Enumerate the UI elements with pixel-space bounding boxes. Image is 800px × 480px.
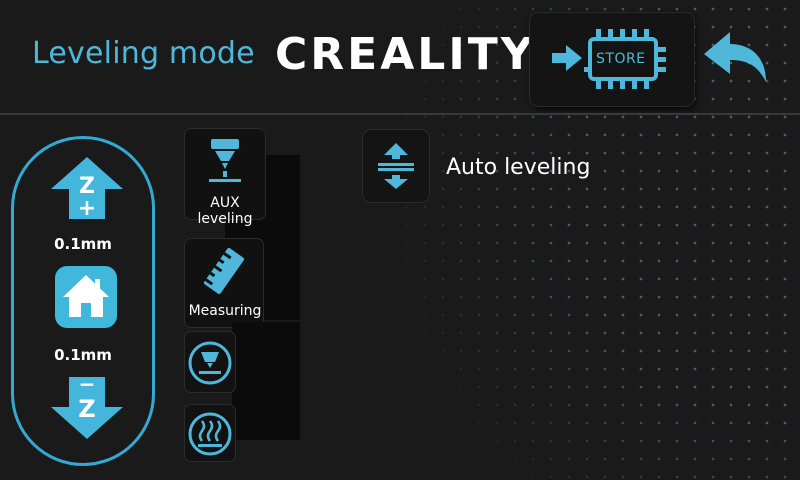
z-up-button[interactable]: Z + <box>51 157 123 221</box>
auto-leveling-button[interactable] <box>363 130 429 202</box>
header: Leveling mode CREALITY STORE <box>0 0 800 113</box>
header-divider <box>0 113 800 115</box>
measuring-label: Measuring <box>188 303 262 319</box>
z-up-icon: Z + <box>51 157 123 221</box>
brand-logo: CREALITY <box>275 29 536 80</box>
heatbed-icon <box>188 412 232 456</box>
aux-leveling-button[interactable]: AUX leveling <box>185 129 265 227</box>
store-label: STORE <box>596 51 646 67</box>
back-arrow-icon <box>704 32 766 82</box>
nozzle-temp-button[interactable] <box>185 332 235 392</box>
store-button[interactable]: STORE <box>530 13 694 106</box>
heatbed-button[interactable] <box>185 405 235 461</box>
z-axis-panel: Z + 0.1mm 0.1mm − Z <box>11 136 155 466</box>
auto-leveling-icon <box>378 143 414 189</box>
z-up-sign: + <box>78 196 96 219</box>
z-step-bottom: 0.1mm <box>54 346 112 364</box>
measuring-button[interactable]: Measuring <box>185 239 263 327</box>
z-down-letter: Z <box>78 395 95 423</box>
z-step-top: 0.1mm <box>54 235 112 253</box>
aux-leveling-label: AUX leveling <box>197 195 253 227</box>
z-down-icon: − Z <box>51 372 123 439</box>
card-shadow <box>232 322 300 440</box>
nozzle-temp-icon <box>188 341 232 385</box>
back-button[interactable] <box>700 28 772 88</box>
home-button[interactable] <box>55 266 117 328</box>
auto-leveling-label[interactable]: Auto leveling <box>446 155 590 180</box>
nozzle-icon <box>209 139 241 182</box>
home-icon <box>63 275 109 317</box>
ruler-icon <box>203 248 245 294</box>
z-down-button[interactable]: − Z <box>51 372 123 439</box>
page-title: Leveling mode <box>32 36 255 71</box>
z-down-sign: − <box>79 377 96 396</box>
